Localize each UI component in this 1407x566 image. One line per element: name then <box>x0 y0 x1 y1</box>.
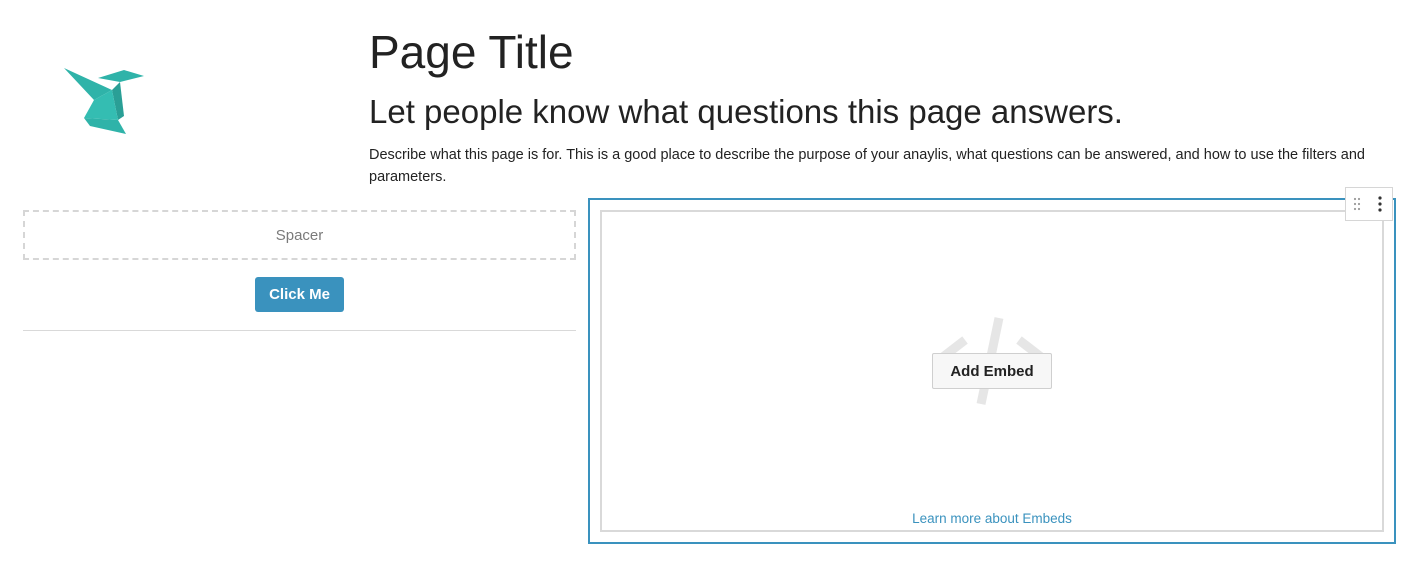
page-subtitle: Let people know what questions this page… <box>369 93 1123 130</box>
learn-more-embeds-link[interactable]: Learn more about Embeds <box>602 511 1382 526</box>
page-description: Describe what this page is for. This is … <box>369 147 1365 185</box>
logo-icon <box>64 68 144 136</box>
page-title: Page Title <box>369 26 574 78</box>
block-toolbar <box>1345 187 1393 221</box>
spacer-block[interactable]: Spacer <box>23 210 576 260</box>
add-embed-button[interactable]: Add Embed <box>932 353 1052 389</box>
embed-block[interactable]: Add Embed Learn more about Embeds <box>588 198 1396 544</box>
page: Page Title Let people know what question… <box>0 0 1407 566</box>
spacer-label: Spacer <box>275 226 324 244</box>
divider <box>23 330 576 331</box>
click-me-button[interactable]: Click Me <box>255 277 344 312</box>
drag-handle-icon[interactable] <box>1346 188 1368 220</box>
embed-placeholder: Add Embed Learn more about Embeds <box>600 210 1384 532</box>
more-vertical-icon[interactable] <box>1368 188 1392 220</box>
